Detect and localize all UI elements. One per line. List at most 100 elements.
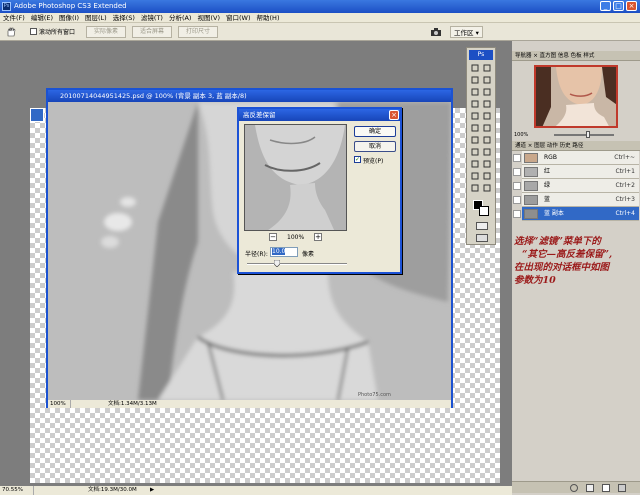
camera-icon[interactable] [430, 27, 442, 37]
magic-wand-tool-icon[interactable] [481, 74, 492, 85]
menu-image[interactable]: 图像(I) [56, 13, 82, 23]
zoom-out-button[interactable]: − [269, 233, 277, 241]
menu-view[interactable]: 视图(V) [194, 13, 223, 23]
status-zoom[interactable]: 70.55% [2, 486, 34, 495]
hand-tool-icon[interactable] [6, 27, 16, 37]
hand-tool-icon[interactable] [469, 182, 480, 193]
channels-tabs: 通道 × 图层 动作 历史 路径 [512, 141, 640, 151]
slice-tool-icon[interactable] [481, 86, 492, 97]
actual-pixels-button[interactable]: 实际像素 [86, 26, 126, 38]
preview-image [245, 125, 346, 230]
screen-mode-icon[interactable] [476, 234, 488, 242]
navigator-zoom-slider[interactable] [554, 134, 614, 136]
menu-filter[interactable]: 滤镜(T) [138, 13, 166, 23]
high-pass-dialog[interactable]: 高反差保留 × − 100% + 确定 取消 ✓ 预览(P) 半径(R): 10… [237, 107, 402, 274]
tab-navigator[interactable]: 导航器 [515, 53, 532, 59]
radius-input[interactable]: 10.0 [270, 247, 298, 257]
preview-checkbox[interactable]: ✓ [354, 156, 361, 163]
shape-tool-icon[interactable] [481, 158, 492, 169]
menu-select[interactable]: 选择(S) [110, 13, 138, 23]
tab-swatches[interactable]: 色板 [571, 53, 582, 59]
zoom-tool-icon[interactable] [481, 182, 492, 193]
radius-slider-thumb[interactable] [273, 259, 281, 268]
menu-edit[interactable]: 编辑(E) [28, 13, 56, 23]
menu-file[interactable]: 文件(F) [0, 13, 28, 23]
close-button[interactable]: × [626, 1, 637, 11]
channel-row[interactable]: 蓝 副本 Ctrl+4 [513, 207, 639, 221]
tab-history[interactable]: 历史 [560, 143, 571, 149]
maximize-button[interactable]: □ [613, 1, 624, 11]
visibility-eye-icon[interactable] [513, 182, 521, 190]
dialog-zoom: 100% [287, 234, 305, 241]
photoshop-logo-icon: Ps [2, 2, 11, 11]
print-size-button[interactable]: 打印尺寸 [178, 26, 218, 38]
ok-button[interactable]: 确定 [354, 126, 396, 137]
navigator-slider-thumb[interactable] [586, 131, 590, 138]
status-arrow-icon[interactable]: ▶ [150, 486, 154, 495]
channel-shortcut: Ctrl+3 [615, 196, 635, 203]
healing-brush-icon[interactable] [469, 98, 480, 109]
navigator-thumbnail[interactable] [534, 65, 618, 128]
load-selection-icon[interactable] [570, 484, 578, 492]
tab-info[interactable]: 信息 [558, 53, 569, 59]
new-channel-icon[interactable] [602, 484, 610, 492]
text-tool-icon[interactable] [481, 146, 492, 157]
channel-row[interactable]: 红 Ctrl+1 [513, 165, 639, 179]
eraser-tool-icon[interactable] [469, 122, 480, 133]
path-select-icon[interactable] [469, 158, 480, 169]
dialog-title-bar[interactable]: 高反差保留 [239, 109, 400, 121]
blur-tool-icon[interactable] [469, 134, 480, 145]
visibility-eye-icon[interactable] [513, 154, 521, 162]
clone-stamp-icon[interactable] [469, 110, 480, 121]
visibility-eye-icon[interactable] [513, 210, 521, 218]
visibility-eye-icon[interactable] [513, 196, 521, 204]
navigator-zoom[interactable]: 100% [514, 132, 528, 138]
history-brush-icon[interactable] [481, 110, 492, 121]
move-tool-icon[interactable] [469, 62, 480, 73]
document-title-bar[interactable]: 20100714044951425.psd @ 100% (背景 副本 3, 蓝… [48, 90, 451, 102]
minimize-button[interactable]: _ [600, 1, 611, 11]
channel-row[interactable]: RGB Ctrl+~ [513, 151, 639, 165]
tab-actions[interactable]: 动作 [547, 143, 558, 149]
quick-mask-icon[interactable] [476, 222, 488, 230]
eyedropper-tool-icon[interactable] [481, 170, 492, 181]
lasso-tool-icon[interactable] [469, 74, 480, 85]
photoshop-logo-icon: Ps [469, 50, 493, 60]
brush-tool-icon[interactable] [481, 98, 492, 109]
dialog-close-icon[interactable]: × [389, 110, 399, 120]
gradient-tool-icon[interactable] [481, 122, 492, 133]
cancel-button[interactable]: 取消 [354, 141, 396, 152]
crop-tool-icon[interactable] [469, 86, 480, 97]
tab-styles[interactable]: 样式 [583, 53, 594, 59]
tab-layers[interactable]: 图层 [534, 143, 545, 149]
pen-tool-icon[interactable] [469, 146, 480, 157]
menu-layer[interactable]: 图层(L) [82, 13, 110, 23]
fit-screen-button[interactable]: 适合屏幕 [132, 26, 172, 38]
trash-icon[interactable] [618, 484, 626, 492]
scroll-all-checkbox[interactable] [30, 28, 37, 35]
menu-window[interactable]: 窗口(W) [223, 13, 254, 23]
tab-channels[interactable]: 通道 [515, 143, 526, 149]
marquee-tool-icon[interactable] [481, 62, 492, 73]
channel-shortcut: Ctrl+2 [615, 182, 635, 189]
menu-help[interactable]: 帮助(H) [254, 13, 283, 23]
notes-tool-icon[interactable] [469, 170, 480, 181]
channel-thumbnail [524, 181, 538, 191]
background-color-swatch[interactable] [479, 206, 489, 216]
save-selection-icon[interactable] [586, 484, 594, 492]
document-zoom[interactable]: 100% [50, 400, 71, 408]
visibility-eye-icon[interactable] [513, 168, 521, 176]
channel-name: 蓝 副本 [544, 210, 564, 217]
workspace-menu[interactable]: 工作区 ▾ [450, 26, 483, 38]
channel-row[interactable]: 绿 Ctrl+2 [513, 179, 639, 193]
tab-paths[interactable]: 路径 [572, 143, 583, 149]
channel-row[interactable]: 蓝 Ctrl+3 [513, 193, 639, 207]
menu-analysis[interactable]: 分析(A) [166, 13, 195, 23]
radius-slider-track[interactable] [247, 263, 347, 265]
toolbox: Ps [466, 47, 496, 245]
dodge-tool-icon[interactable] [481, 134, 492, 145]
zoom-in-button[interactable]: + [314, 233, 322, 241]
tab-histogram[interactable]: 直方图 [540, 53, 557, 59]
channel-name: RGB [544, 154, 557, 161]
dialog-preview[interactable] [244, 124, 347, 231]
